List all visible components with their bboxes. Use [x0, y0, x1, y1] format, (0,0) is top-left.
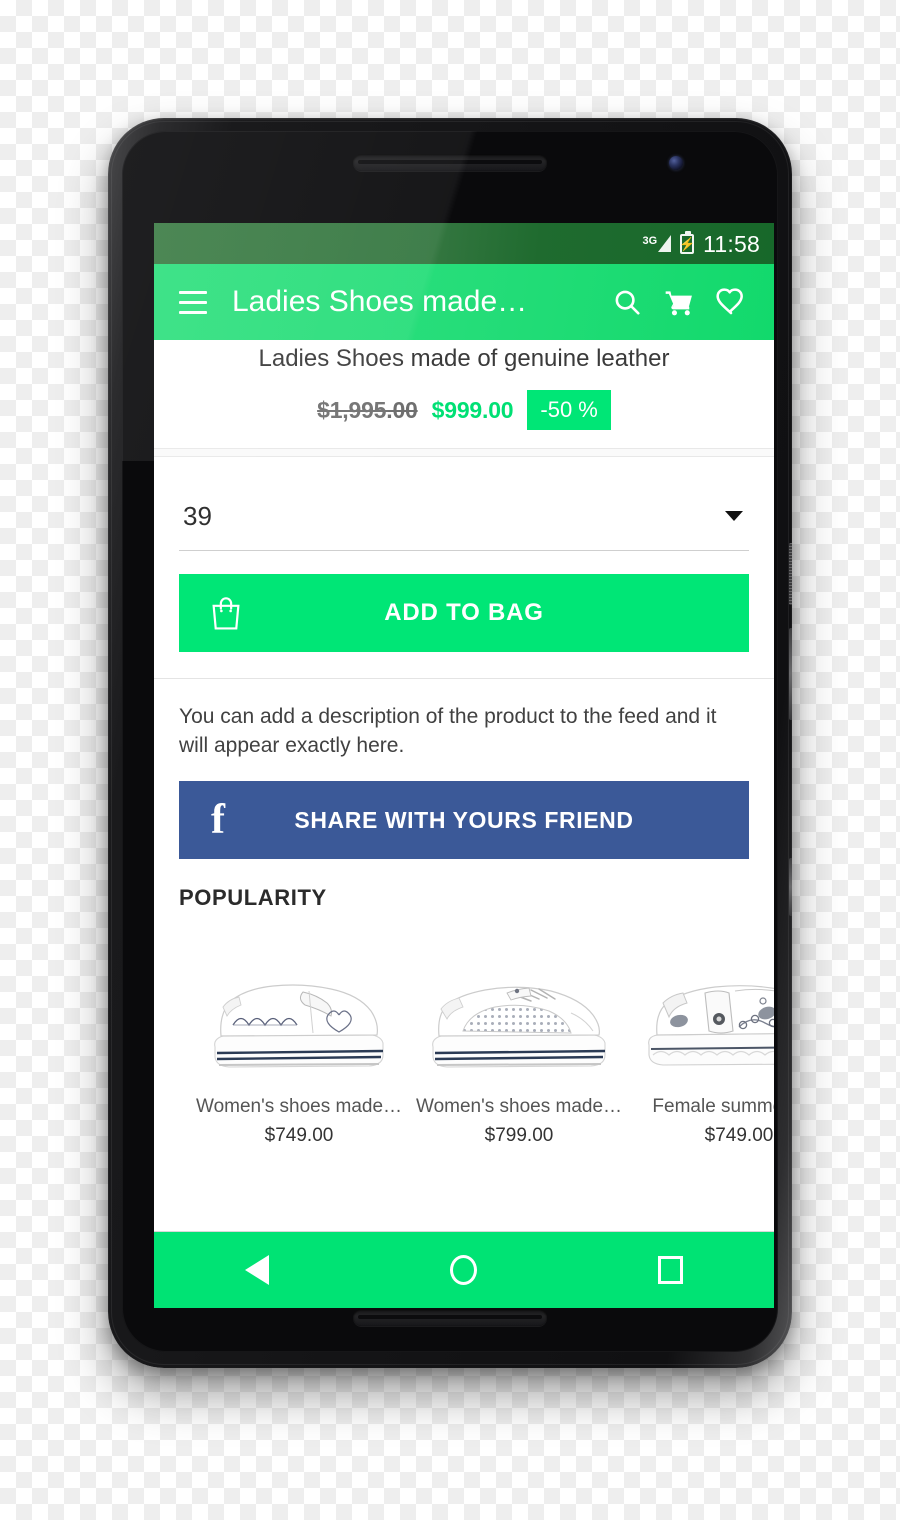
search-icon[interactable]	[601, 276, 653, 328]
network-type-label: 3G	[642, 235, 658, 247]
product-description: You can add a description of the product…	[179, 705, 717, 757]
discount-badge: -50 %	[527, 390, 611, 430]
description-section: You can add a description of the product…	[154, 679, 774, 760]
product-name: Ladies Shoes made of genuine leather	[258, 345, 670, 372]
phone-screen: 3G ⚡ 11:58 Ladies Shoes made… Ladies Sho…	[154, 223, 774, 1308]
volume-down-button[interactable]	[789, 858, 792, 916]
charging-bolt: ⚡	[679, 236, 696, 251]
list-item[interactable]: Female summer sho $749.00	[629, 933, 774, 1148]
shopping-bag-icon	[209, 595, 243, 631]
product-price: $749.00	[264, 1125, 334, 1146]
popularity-heading: POPULARITY	[179, 885, 327, 910]
list-item[interactable]: Women's shoes made… $749.00	[189, 933, 409, 1148]
sale-price: $999.00	[431, 396, 514, 423]
popularity-carousel[interactable]: Women's shoes made… $749.00 Women's shoe…	[179, 933, 774, 1148]
section-divider	[154, 448, 774, 457]
battery-charging-icon: ⚡	[679, 230, 696, 254]
signal-bars-icon: 3G	[642, 235, 672, 252]
size-selector-section: 39	[154, 457, 774, 551]
back-triangle-icon[interactable]	[218, 1242, 296, 1298]
share-button-label: SHARE WITH YOURS FRIEND	[294, 806, 634, 833]
add-to-bag-section: ADD TO BAG	[154, 551, 774, 678]
product-title: Female summer sho	[652, 1096, 774, 1117]
list-item[interactable]: Women's shoes made… $799.00	[409, 933, 629, 1148]
front-camera	[669, 156, 683, 170]
add-to-bag-label: ADD TO BAG	[384, 599, 544, 626]
product-title: Women's shoes made…	[415, 1096, 623, 1117]
scroll-content[interactable]: Ladies Shoes made of genuine leather $1,…	[154, 340, 774, 1231]
size-dropdown[interactable]: 39	[179, 501, 749, 551]
product-title: Women's shoes made…	[195, 1096, 403, 1117]
share-section: f SHARE WITH YOURS FRIEND	[154, 760, 774, 859]
product-thumbnail	[415, 933, 623, 1083]
bottom-speaker	[353, 1309, 547, 1326]
recents-square-icon[interactable]	[632, 1242, 710, 1298]
earpiece-speaker	[353, 154, 547, 171]
shopping-cart-icon[interactable]	[653, 276, 705, 328]
signal-triangle	[658, 235, 672, 252]
original-price: $1,995.00	[317, 396, 418, 423]
product-headline-section: Ladies Shoes made of genuine leather $1,…	[154, 340, 774, 448]
app-bar: Ladies Shoes made…	[154, 264, 774, 340]
product-thumbnail	[635, 933, 774, 1083]
product-price: $749.00	[704, 1125, 774, 1146]
home-circle-icon[interactable]	[425, 1242, 503, 1298]
android-nav-bar	[154, 1231, 774, 1308]
facebook-share-button[interactable]: f SHARE WITH YOURS FRIEND	[179, 781, 749, 859]
power-button[interactable]	[789, 543, 792, 605]
hamburger-menu-icon[interactable]	[171, 280, 215, 324]
price-row: $1,995.00 $999.00 -50 %	[172, 390, 756, 430]
status-bar-clock: 11:58	[703, 230, 760, 257]
product-thumbnail	[195, 933, 403, 1083]
add-to-bag-button[interactable]: ADD TO BAG	[179, 574, 749, 652]
popularity-section: POPULARITY Women's shoes made… $749.00 W…	[154, 859, 774, 1148]
phone-glass-face: 3G ⚡ 11:58 Ladies Shoes made… Ladies Sho…	[122, 131, 778, 1352]
heart-outline-icon[interactable]	[705, 276, 757, 328]
chevron-down-icon	[725, 511, 743, 521]
status-bar: 3G ⚡ 11:58	[154, 223, 774, 264]
app-bar-title: Ladies Shoes made…	[232, 285, 528, 318]
product-price: $799.00	[484, 1125, 554, 1146]
size-selected-value: 39	[183, 501, 212, 531]
phone-device: 3G ⚡ 11:58 Ladies Shoes made… Ladies Sho…	[108, 118, 792, 1368]
facebook-icon: f	[211, 797, 225, 843]
volume-rocker[interactable]	[789, 628, 792, 720]
